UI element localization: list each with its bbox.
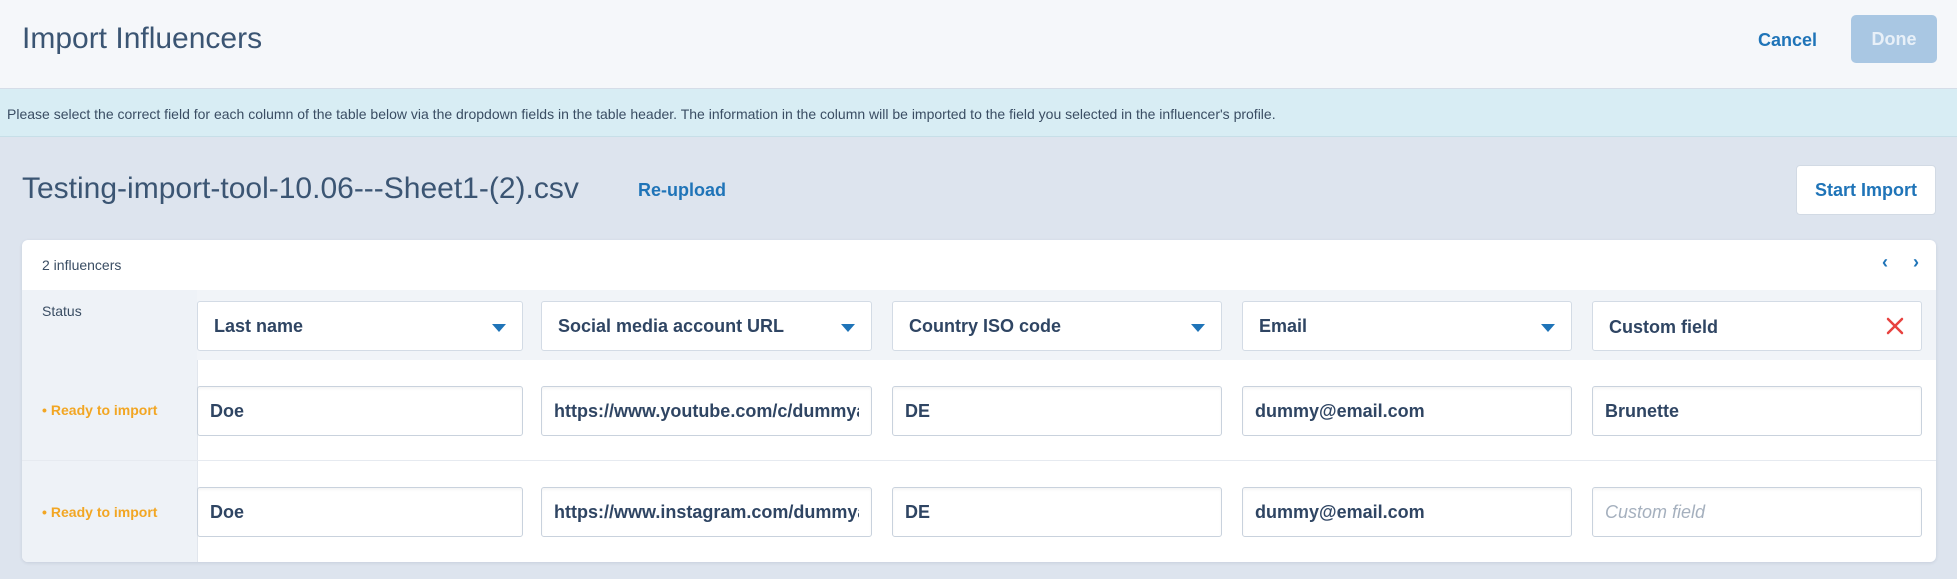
cell-last-name[interactable] xyxy=(197,487,523,537)
status-column xyxy=(22,290,197,562)
column-select-country[interactable]: Country ISO code xyxy=(892,301,1222,351)
status-badge: • Ready to import xyxy=(42,402,158,418)
cell-social-url[interactable] xyxy=(541,386,872,436)
start-import-button[interactable]: Start Import xyxy=(1796,165,1936,215)
pager-prev-button[interactable]: ‹ xyxy=(1873,250,1897,274)
column-select-label: Email xyxy=(1259,316,1308,336)
column-select-label: Last name xyxy=(214,316,304,336)
file-name: Testing-import-tool-10.06---Sheet1-(2).c… xyxy=(22,172,579,205)
reupload-link[interactable]: Re-upload xyxy=(638,180,726,201)
top-bar: Import Influencers Cancel Done xyxy=(0,0,1957,89)
close-icon[interactable] xyxy=(1883,314,1907,338)
cell-custom-field[interactable] xyxy=(1592,386,1922,436)
chevron-down-icon xyxy=(841,324,855,332)
column-custom-field-label: Custom field xyxy=(1609,317,1719,337)
column-select-label: Social media account URL xyxy=(558,316,785,336)
info-banner: Please select the correct field for each… xyxy=(0,89,1957,137)
status-column-header: Status xyxy=(42,303,82,319)
pager-next-button[interactable]: › xyxy=(1904,250,1928,274)
status-badge: • Ready to import xyxy=(42,504,158,520)
status-dot-icon: • xyxy=(42,402,47,418)
cell-social-url[interactable] xyxy=(541,487,872,537)
cell-country[interactable] xyxy=(892,386,1222,436)
column-select-label: Country ISO code xyxy=(909,316,1062,336)
chevron-down-icon xyxy=(492,324,506,332)
row-divider xyxy=(22,460,1936,461)
cell-email[interactable] xyxy=(1242,386,1572,436)
cell-last-name[interactable] xyxy=(197,386,523,436)
chevron-down-icon xyxy=(1541,324,1555,332)
import-table: 2 influencers ‹ › Status Last name Socia… xyxy=(22,240,1936,562)
info-banner-text: Please select the correct field for each… xyxy=(7,106,1276,122)
column-select-last-name[interactable]: Last name xyxy=(197,301,523,351)
cell-custom-field[interactable] xyxy=(1592,487,1922,537)
column-select-social-url[interactable]: Social media account URL xyxy=(541,301,872,351)
page-title: Import Influencers xyxy=(22,22,263,55)
column-select-email[interactable]: Email xyxy=(1242,301,1572,351)
column-custom-field[interactable]: Custom field xyxy=(1592,301,1922,351)
chevron-down-icon xyxy=(1191,324,1205,332)
influencer-count: 2 influencers xyxy=(42,257,122,273)
status-dot-icon: • xyxy=(42,504,47,520)
done-button[interactable]: Done xyxy=(1851,15,1937,63)
cell-country[interactable] xyxy=(892,487,1222,537)
cancel-button[interactable]: Cancel xyxy=(1740,24,1835,56)
cell-email[interactable] xyxy=(1242,487,1572,537)
